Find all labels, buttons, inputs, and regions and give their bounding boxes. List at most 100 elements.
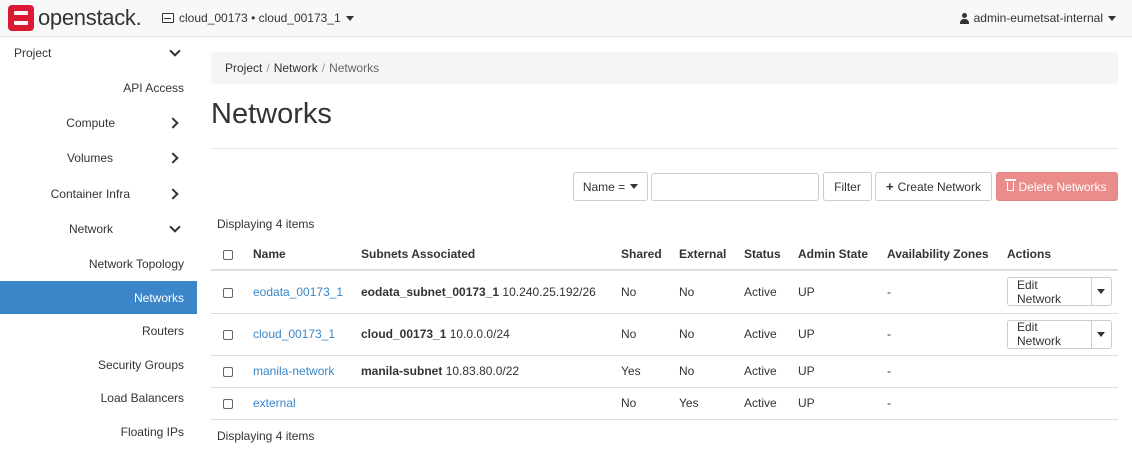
network-name-cell: manila-network — [247, 355, 355, 388]
external-cell: No — [673, 270, 738, 314]
item-count-bottom: Displaying 4 items — [217, 429, 315, 443]
network-name-link[interactable]: cloud_00173_1 — [253, 327, 335, 341]
breadcrumb: Project / Network / Networks — [211, 52, 1118, 84]
delete-networks-button[interactable]: Delete Networks — [996, 172, 1118, 201]
project-switcher[interactable]: cloud_00173 • cloud_00173_1 — [162, 11, 354, 25]
chevron-right-icon — [167, 152, 179, 164]
subnets-cell — [355, 387, 615, 420]
row-action-group: Edit Network — [1007, 277, 1112, 307]
sidebar-item-security-groups[interactable]: Security Groups — [0, 351, 197, 379]
user-menu-label: admin-eumetsat-internal — [973, 11, 1103, 25]
row-checkbox[interactable] — [223, 366, 233, 377]
network-name-link[interactable]: eodata_00173_1 — [253, 285, 343, 299]
availability-zones-cell: - — [881, 313, 1001, 356]
network-name-cell: cloud_00173_1 — [247, 313, 355, 356]
filter-field-select[interactable]: Name = — [573, 172, 648, 201]
row-action-group: Edit Network — [1007, 319, 1112, 349]
row-actions-dropdown-toggle[interactable] — [1091, 277, 1112, 307]
column-header-admin-state[interactable]: Admin State — [792, 239, 881, 271]
edit-network-button[interactable]: Edit Network — [1007, 319, 1092, 349]
column-header-subnets[interactable]: Subnets Associated — [355, 239, 615, 271]
sidebar-item-label: Project — [14, 46, 52, 60]
sidebar-item-label: Network Topology — [88, 257, 184, 271]
table-row: manila-network manila-subnet 10.83.80.0/… — [211, 355, 1118, 388]
column-header-external[interactable]: External — [673, 239, 738, 271]
select-all-cell — [211, 239, 247, 271]
column-header-shared[interactable]: Shared — [615, 239, 673, 271]
user-icon — [959, 12, 969, 24]
network-name-link[interactable]: manila-network — [253, 364, 334, 378]
column-header-availability-zones[interactable]: Availability Zones — [881, 239, 1001, 271]
row-checkbox[interactable] — [223, 287, 233, 298]
status-cell: Active — [738, 355, 792, 388]
project-icon — [162, 13, 174, 23]
filter-field-label: Name = — [582, 179, 626, 194]
external-cell: No — [673, 313, 738, 356]
column-header-status[interactable]: Status — [738, 239, 792, 271]
page-title: Networks — [211, 98, 332, 130]
external-cell: Yes — [673, 387, 738, 420]
actions-cell — [1001, 355, 1118, 388]
project-switcher-label: cloud_00173 • cloud_00173_1 — [179, 11, 341, 25]
filter-button[interactable]: Filter — [823, 172, 872, 201]
sidebar-item-network-topology[interactable]: Network Topology — [0, 250, 197, 278]
status-cell: Active — [738, 270, 792, 314]
openstack-logo[interactable]: openstack. — [8, 4, 142, 32]
chevron-right-icon — [167, 188, 179, 200]
sidebar-item-volumes[interactable]: Volumes — [0, 144, 197, 172]
network-name-link[interactable]: external — [253, 396, 296, 410]
delete-networks-label: Delete Networks — [1018, 179, 1107, 194]
breadcrumb-separator: / — [266, 61, 270, 75]
column-header-name[interactable]: Name — [247, 239, 355, 271]
sidebar-item-project[interactable]: Project — [0, 39, 197, 67]
sidebar-item-routers[interactable]: Routers — [0, 317, 197, 345]
actions-cell: Edit Network — [1001, 270, 1118, 314]
sidebar-item-networks[interactable]: Networks — [0, 281, 197, 314]
trash-icon — [1005, 179, 1017, 191]
sidebar-item-floating-ips[interactable]: Floating IPs — [0, 418, 197, 446]
sidebar-item-label: Container Infra — [50, 187, 130, 201]
breadcrumb-project[interactable]: Project — [225, 61, 262, 75]
chevron-down-icon — [169, 221, 181, 233]
brand-name: openstack. — [38, 5, 142, 30]
shared-cell: No — [615, 270, 673, 314]
sidebar-item-api-access[interactable]: API Access — [0, 74, 197, 102]
admin-state-cell: UP — [792, 313, 881, 356]
subnets-cell: eodata_subnet_00173_1 10.240.25.192/26 — [355, 270, 615, 314]
row-checkbox[interactable] — [223, 329, 233, 340]
column-header-actions: Actions — [1001, 239, 1118, 271]
plus-icon: + — [886, 179, 894, 194]
edit-network-button[interactable]: Edit Network — [1007, 277, 1092, 307]
sidebar: Project API Access Compute Volumes Conta… — [0, 38, 197, 453]
admin-state-cell: UP — [792, 355, 881, 388]
subnet-cidr: 10.0.0.0/24 — [449, 327, 510, 341]
sidebar-item-load-balancers[interactable]: Load Balancers — [0, 384, 197, 412]
table-row: cloud_00173_1 cloud_00173_1 10.0.0.0/24 … — [211, 313, 1118, 356]
network-name-cell: external — [247, 387, 355, 420]
row-actions-dropdown-toggle[interactable] — [1091, 319, 1112, 349]
breadcrumb-network[interactable]: Network — [274, 61, 318, 75]
status-cell: Active — [738, 313, 792, 356]
item-count-top: Displaying 4 items — [217, 217, 315, 231]
select-all-checkbox[interactable] — [223, 249, 233, 260]
external-cell: No — [673, 355, 738, 388]
sidebar-item-network[interactable]: Network — [0, 215, 197, 243]
networks-table: Name Subnets Associated Shared External … — [211, 239, 1118, 420]
create-network-button[interactable]: + Create Network — [875, 172, 992, 201]
user-menu[interactable]: admin-eumetsat-internal — [959, 11, 1116, 25]
status-cell: Active — [738, 387, 792, 420]
caret-down-icon — [630, 184, 639, 189]
caret-down-icon — [1097, 289, 1106, 295]
sidebar-item-compute[interactable]: Compute — [0, 109, 197, 137]
admin-state-cell: UP — [792, 270, 881, 314]
row-checkbox[interactable] — [223, 398, 233, 409]
actions-cell — [1001, 387, 1118, 420]
availability-zones-cell: - — [881, 270, 1001, 314]
filter-input[interactable] — [651, 173, 819, 201]
top-navbar: openstack. cloud_00173 • cloud_00173_1 a… — [0, 0, 1132, 37]
breadcrumb-current: Networks — [329, 61, 380, 75]
row-select-cell — [211, 313, 247, 356]
sidebar-item-container-infra[interactable]: Container Infra — [0, 180, 197, 208]
admin-state-cell: UP — [792, 387, 881, 420]
shared-cell: No — [615, 313, 673, 356]
